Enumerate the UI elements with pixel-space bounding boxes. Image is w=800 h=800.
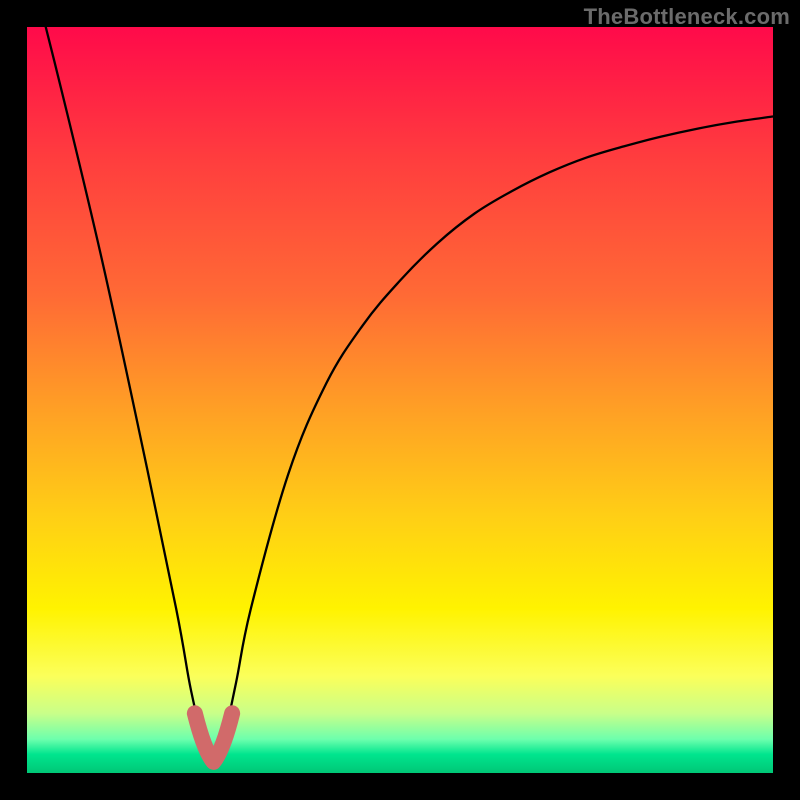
gradient-background xyxy=(27,27,773,773)
chart-frame xyxy=(27,27,773,773)
bottleneck-curve-chart xyxy=(27,27,773,773)
attribution-watermark: TheBottleneck.com xyxy=(584,4,790,30)
